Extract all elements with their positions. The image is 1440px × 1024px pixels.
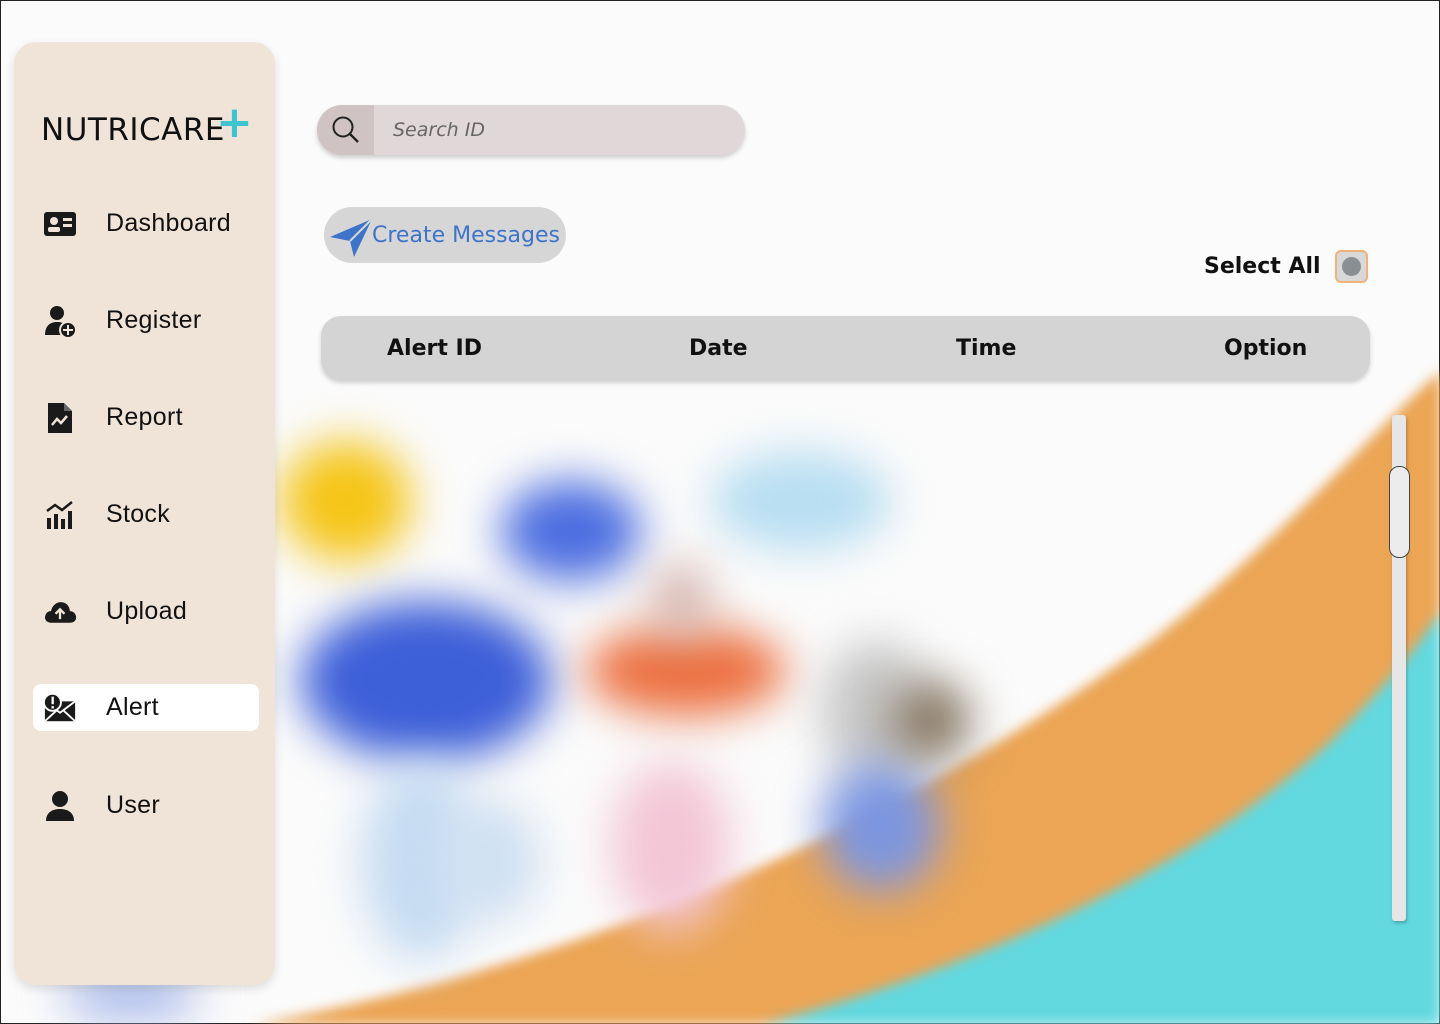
create-messages-label: Create Messages <box>372 223 560 248</box>
checkbox-indicator <box>1342 257 1361 276</box>
id-card-icon <box>43 207 77 241</box>
column-header-date[interactable]: Date <box>689 316 748 380</box>
select-all-label: Select All <box>1204 254 1321 279</box>
alerts-table-header: Alert ID Date Time Option <box>321 316 1370 380</box>
user-icon <box>43 789 77 823</box>
logo-plus-icon: + <box>216 97 254 148</box>
sidebar-item-label: Report <box>106 403 183 431</box>
search-input[interactable] <box>393 115 723 145</box>
add-user-icon <box>43 304 77 338</box>
sidebar-item-label: Register <box>106 306 202 334</box>
sidebar-item-label: Dashboard <box>106 209 232 237</box>
column-header-alert-id[interactable]: Alert ID <box>387 316 482 380</box>
logo-text: NUTRICARE <box>41 112 225 148</box>
scrollbar-thumb[interactable] <box>1389 466 1410 558</box>
column-header-option[interactable]: Option <box>1224 316 1307 380</box>
search-button[interactable] <box>317 105 374 155</box>
sidebar-item-label: Stock <box>106 500 171 528</box>
sidebar-item-upload[interactable]: Upload <box>33 588 259 635</box>
sidebar-item-user[interactable]: User <box>33 782 259 829</box>
cloud-upload-icon <box>43 595 77 629</box>
sidebar-item-alert[interactable]: Alert <box>33 684 259 731</box>
paper-plane-icon <box>330 218 373 257</box>
column-header-time[interactable]: Time <box>956 316 1016 380</box>
sidebar: NUTRICARE + Dashboard Register Report St… <box>14 42 275 985</box>
bar-chart-icon <box>43 498 77 532</box>
sidebar-item-stock[interactable]: Stock <box>33 491 259 538</box>
search-icon <box>332 116 359 143</box>
create-messages-button[interactable]: Create Messages <box>324 207 566 263</box>
sidebar-item-dashboard[interactable]: Dashboard <box>33 200 259 247</box>
sidebar-item-label: Upload <box>106 597 188 625</box>
report-file-icon <box>43 401 77 435</box>
select-all-checkbox[interactable] <box>1335 250 1368 283</box>
search-bar <box>317 105 745 155</box>
sidebar-item-label: Alert <box>106 693 159 721</box>
alert-mail-icon <box>43 691 77 725</box>
sidebar-item-report[interactable]: Report <box>33 394 259 441</box>
sidebar-item-label: User <box>106 791 160 819</box>
sidebar-item-register[interactable]: Register <box>33 297 259 344</box>
